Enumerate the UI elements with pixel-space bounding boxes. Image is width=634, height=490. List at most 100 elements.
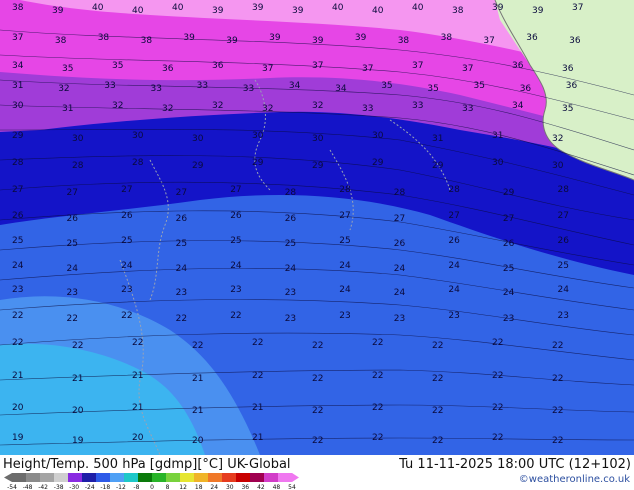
contour-label: 35: [62, 64, 73, 74]
contour-label: 24: [394, 288, 406, 298]
contour-label: 39: [252, 3, 264, 13]
contour-label: 32: [58, 84, 69, 94]
contour-label: 37: [362, 64, 373, 74]
map-title: Height/Temp. 500 hPa [gdmp][°C] UK-Globa…: [3, 457, 291, 472]
contour-label: 22: [372, 338, 383, 348]
contour-label: 24: [558, 285, 570, 295]
colorbar-swatch: [82, 473, 97, 482]
colorbar-left-arrow: [4, 473, 12, 482]
contour-label: 24: [285, 264, 297, 274]
contour-label: 25: [285, 239, 296, 249]
colorbar-swatch: [110, 473, 125, 482]
credit-link[interactable]: ©weatheronline.co.uk: [519, 474, 630, 485]
contour-label: 23: [230, 285, 241, 295]
contour-label: 30: [552, 161, 564, 171]
contour-label: 34: [12, 61, 24, 71]
contour-label: 30: [192, 134, 204, 144]
contour-label: 32: [212, 101, 223, 111]
contour-label: 40: [332, 3, 344, 13]
contour-label: 33: [243, 84, 254, 94]
contour-label: 32: [312, 101, 323, 111]
colorbar-swatch: [40, 473, 55, 482]
contour-label: 24: [176, 264, 188, 274]
contour-label: 27: [394, 214, 405, 224]
colorbar-tick-label: -42: [38, 484, 48, 490]
contour-label: 38: [98, 33, 110, 43]
contour-label: 33: [151, 84, 162, 94]
contour-label: 22: [121, 311, 132, 321]
contour-label: 21: [72, 374, 83, 384]
colorbar-swatch: [96, 473, 111, 482]
contour-label: 22: [492, 371, 503, 381]
contour-label: 26: [503, 239, 515, 249]
contour-label: 28: [285, 188, 297, 198]
contour-label: 22: [12, 338, 23, 348]
contour-label: 30: [72, 134, 84, 144]
colorbar-swatch: [138, 473, 153, 482]
contour-label: 23: [285, 288, 296, 298]
contour-label: 24: [339, 261, 351, 271]
contour-label: 26: [448, 236, 460, 246]
contour-label: 24: [67, 264, 79, 274]
contour-label: 23: [12, 285, 23, 295]
contour-label: 39: [183, 33, 195, 43]
contour-label: 38: [12, 3, 24, 13]
contour-label: 28: [132, 158, 144, 168]
contour-label: 21: [192, 374, 203, 384]
contour-label: 24: [448, 285, 460, 295]
contour-label: 39: [226, 36, 238, 46]
colorbar-swatch: [180, 473, 195, 482]
contour-label: 34: [289, 81, 301, 91]
colorbar-tick-label: -24: [85, 484, 95, 490]
colorbar-right-arrow: [292, 473, 299, 482]
colorbar-swatch: [26, 473, 41, 482]
contour-label: 37: [312, 61, 323, 71]
colorbar-swatch: [236, 473, 251, 482]
contour-label: 35: [427, 84, 438, 94]
contour-label: 26: [558, 236, 570, 246]
contour-label: 29: [312, 161, 324, 171]
contour-label: 38: [141, 36, 153, 46]
contour-label: 27: [67, 188, 78, 198]
contour-label: 24: [230, 261, 242, 271]
contour-label: 25: [558, 261, 569, 271]
contour-label: 19: [12, 433, 24, 443]
contour-label: 26: [394, 239, 406, 249]
colorbar-tick-label: -18: [100, 484, 110, 490]
contour-label: 23: [121, 285, 132, 295]
colorbar-swatch: [250, 473, 265, 482]
contour-label: 37: [412, 61, 423, 71]
contour-label: 21: [132, 371, 143, 381]
contour-label: 26: [121, 211, 133, 221]
contour-label: 20: [12, 403, 24, 413]
contour-label: 24: [503, 288, 515, 298]
colorbar-swatch: [194, 473, 209, 482]
contour-label: 29: [252, 158, 264, 168]
colorbar-swatch: [152, 473, 167, 482]
contour-label: 22: [552, 341, 563, 351]
contour-label: 35: [112, 61, 123, 71]
colorbar-tick-label: -30: [69, 484, 79, 490]
contour-label: 25: [339, 236, 350, 246]
colorbar-tick-label: -8: [133, 484, 139, 490]
contour-label: 25: [121, 236, 132, 246]
colorbar-tick-label: 42: [257, 484, 265, 490]
colorbar-tick-label: 24: [210, 484, 218, 490]
contour-label: 22: [432, 406, 443, 416]
colorbar-swatch: [12, 473, 27, 482]
contour-label: 40: [132, 6, 144, 16]
contour-label: 28: [12, 158, 24, 168]
contour-label: 25: [176, 239, 187, 249]
contour-label: 22: [192, 341, 203, 351]
contour-label: 39: [52, 6, 64, 16]
contour-label: 39: [355, 33, 367, 43]
colorbar-ticks: -54 -48 -42 -38 -30 -24 -18 -12 -8 0 8 12 18 24 30 36 42…: [7, 484, 296, 490]
contour-label: 38: [55, 36, 67, 46]
colorbar-tick-label: 48: [273, 484, 281, 490]
contour-label: 22: [492, 403, 503, 413]
contour-label: 22: [432, 436, 443, 446]
contour-label: 26: [67, 214, 79, 224]
contour-label: 36: [162, 64, 174, 74]
contour-label: 22: [72, 341, 83, 351]
contour-label: 21: [252, 403, 263, 413]
